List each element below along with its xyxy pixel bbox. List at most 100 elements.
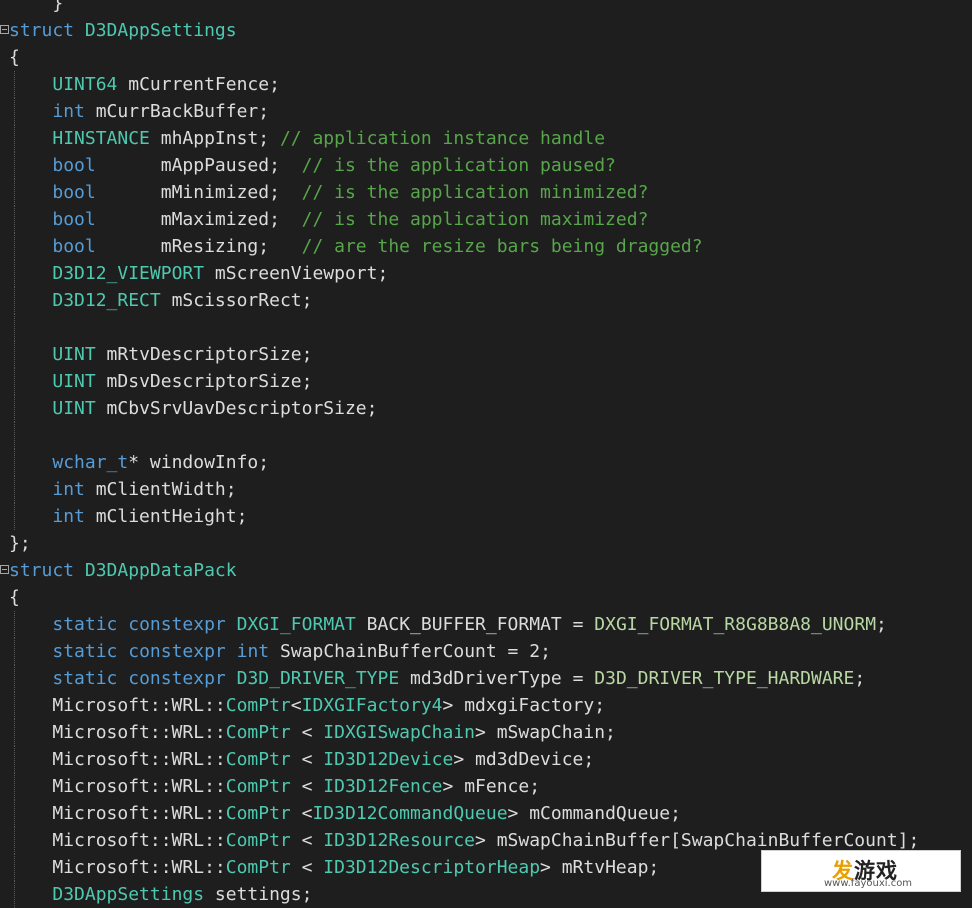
code-token: bool: [52, 209, 96, 230]
code-token: ComPtr: [225, 722, 291, 743]
fold-collapse-icon[interactable]: [0, 565, 9, 574]
code-line[interactable]: Microsoft::WRL::ComPtr<IDXGIFactory4> md…: [0, 692, 972, 719]
code-line[interactable]: struct D3DAppSettings: [0, 17, 972, 44]
code-token: <: [290, 695, 302, 716]
code-editor[interactable]: } struct D3DAppSettings { UINT64 mCurrentF…: [0, 0, 972, 908]
code-line[interactable]: [0, 422, 972, 449]
indent-guide: [14, 881, 15, 908]
code-token: <: [290, 722, 324, 743]
code-token: // is the application paused?: [301, 155, 616, 176]
code-token: int: [52, 479, 85, 500]
code-line[interactable]: [0, 314, 972, 341]
code-token: mDsvDescriptorSize;: [95, 371, 313, 392]
code-line[interactable]: int mClientHeight;: [0, 503, 972, 530]
indent-guide: [14, 773, 15, 800]
code-token: };: [9, 533, 31, 554]
code-token: static: [52, 641, 118, 662]
indent-guide: [14, 314, 15, 341]
code-line[interactable]: Microsoft::WRL::ComPtr < ID3D12Fence> mF…: [0, 773, 972, 800]
code-token: ID3D12Device: [323, 749, 454, 770]
code-line[interactable]: bool mResizing; // are the resize bars b…: [0, 233, 972, 260]
indent-guide: [14, 368, 15, 395]
code-token: D3D12_RECT: [52, 290, 161, 311]
code-token: // application instance handle: [279, 128, 606, 149]
code-token: mCbvSrvUavDescriptorSize;: [95, 398, 378, 419]
fold-collapse-icon[interactable]: [0, 25, 9, 34]
code-line[interactable]: D3D12_VIEWPORT mScreenViewport;: [0, 260, 972, 287]
code-token: Microsoft::WRL::: [9, 803, 226, 824]
code-token: > mdxgiFactory;: [442, 695, 606, 716]
code-line[interactable]: static constexpr int SwapChainBufferCoun…: [0, 638, 972, 665]
code-line[interactable]: wchar_t* windowInfo;: [0, 449, 972, 476]
code-line[interactable]: int mClientWidth;: [0, 476, 972, 503]
code-token: wchar_t: [52, 452, 129, 473]
code-line[interactable]: bool mMinimized; // is the application m…: [0, 179, 972, 206]
code-token: struct: [9, 20, 75, 41]
code-line[interactable]: bool mAppPaused; // is the application p…: [0, 152, 972, 179]
code-line[interactable]: bool mMaximized; // is the application m…: [0, 206, 972, 233]
code-token: mClientWidth;: [84, 479, 237, 500]
code-line[interactable]: HINSTANCE mhAppInst; // application inst…: [0, 125, 972, 152]
code-line[interactable]: Microsoft::WRL::ComPtr <ID3D12CommandQue…: [0, 800, 972, 827]
code-line[interactable]: Microsoft::WRL::ComPtr < IDXGISwapChain>…: [0, 719, 972, 746]
indent-guide: [14, 827, 15, 854]
code-token: <: [290, 776, 324, 797]
code-line[interactable]: };: [0, 530, 972, 557]
code-token: Microsoft::WRL::: [9, 857, 226, 878]
code-token: D3D12_VIEWPORT: [52, 263, 205, 284]
indent-guide: [14, 665, 15, 692]
code-line[interactable]: {: [0, 44, 972, 71]
code-token: ID3D12DescriptorHeap: [323, 857, 541, 878]
code-token: mAppPaused;: [95, 155, 302, 176]
code-token: settings;: [204, 884, 313, 905]
watermark-url: www.fayouxi.com: [824, 878, 913, 889]
code-line[interactable]: D3D12_RECT mScissorRect;: [0, 287, 972, 314]
indent-guide: [14, 611, 15, 638]
code-token: }: [52, 0, 64, 14]
code-token: ComPtr: [225, 749, 291, 770]
code-token: ComPtr: [225, 857, 291, 878]
code-line[interactable]: {: [0, 584, 972, 611]
indent-guide: [14, 125, 15, 152]
watermark: 发游戏 www.fayouxi.com: [761, 850, 961, 892]
indent-guide: [14, 692, 15, 719]
indent-guide: [14, 260, 15, 287]
code-token: > mSwapChainBuffer[SwapChainBufferCount]…: [475, 830, 920, 851]
code-line[interactable]: struct D3DAppDataPack: [0, 557, 972, 584]
code-token: bool: [52, 155, 96, 176]
code-token: static: [52, 668, 118, 689]
code-line[interactable]: UINT mCbvSrvUavDescriptorSize;: [0, 395, 972, 422]
code-token: IDXGIFactory4: [301, 695, 443, 716]
code-line[interactable]: UINT mRtvDescriptorSize;: [0, 341, 972, 368]
code-line[interactable]: static constexpr DXGI_FORMAT BACK_BUFFER…: [0, 611, 972, 638]
code-token: int: [52, 101, 85, 122]
code-token: ID3D12Resource: [323, 830, 476, 851]
code-token: D3DAppSettings: [52, 884, 205, 905]
code-line[interactable]: }: [0, 0, 972, 17]
code-token: md3dDriverType =: [399, 668, 595, 689]
code-line[interactable]: Microsoft::WRL::ComPtr < ID3D12Device> m…: [0, 746, 972, 773]
code-token: mCurrentFence;: [117, 74, 280, 95]
code-token: DXGI_FORMAT_R8G8B8A8_UNORM: [594, 614, 877, 635]
code-token: SwapChainBufferCount = 2;: [269, 641, 551, 662]
code-token: mResizing;: [95, 236, 302, 257]
code-token: constexpr: [128, 668, 226, 689]
code-line[interactable]: UINT64 mCurrentFence;: [0, 71, 972, 98]
code-token: mCurrBackBuffer;: [84, 101, 270, 122]
code-token: BACK_BUFFER_FORMAT =: [355, 614, 595, 635]
indent-guide: [14, 800, 15, 827]
code-line[interactable]: int mCurrBackBuffer;: [0, 98, 972, 125]
code-token: Microsoft::WRL::: [9, 722, 226, 743]
code-line[interactable]: static constexpr D3D_DRIVER_TYPE md3dDri…: [0, 665, 972, 692]
code-line[interactable]: UINT mDsvDescriptorSize;: [0, 368, 972, 395]
